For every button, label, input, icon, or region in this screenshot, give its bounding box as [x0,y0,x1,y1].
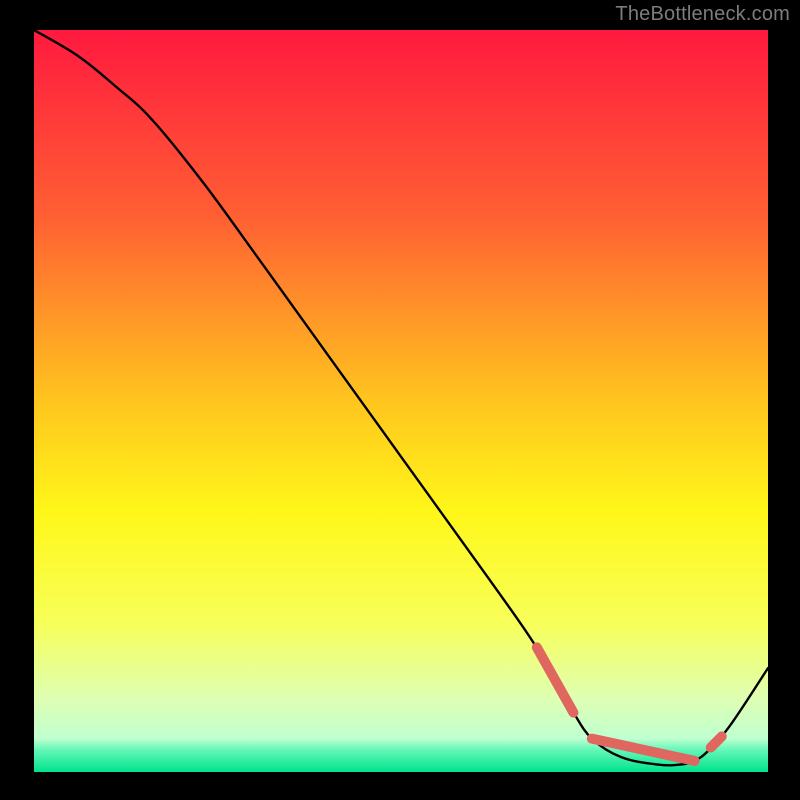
gradient-background [34,30,768,772]
chart-container: TheBottleneck.com [0,0,800,800]
bottleneck-curve-chart [34,30,768,772]
attribution-text: TheBottleneck.com [615,3,790,26]
